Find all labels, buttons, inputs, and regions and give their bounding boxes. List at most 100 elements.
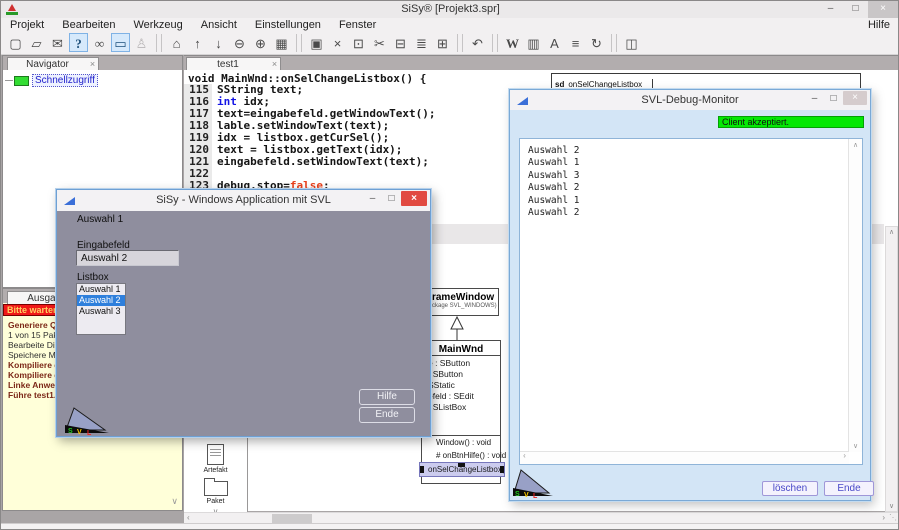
new-document-icon[interactable]: ▢ [6, 33, 25, 52]
menu-item-hilfe[interactable]: Hilfe [858, 19, 899, 31]
debug-loeschen-button[interactable]: löschen [762, 481, 818, 496]
class-attributes: e : SButton: SButtonSStaticefeld : SEdit… [422, 355, 500, 435]
help-icon[interactable]: ? [69, 33, 88, 52]
scroll-up-icon[interactable]: ∧ [886, 228, 897, 236]
palette-item-paket[interactable]: Paket [184, 481, 247, 505]
palette-item-label: Artefakt [184, 467, 247, 474]
debug-vscrollbar[interactable]: ∧ ∨ [848, 139, 862, 452]
cut-icon[interactable]: ✂ [370, 33, 389, 52]
maximize-icon[interactable]: □ [382, 193, 401, 204]
arrow-down-icon[interactable]: ↓ [209, 33, 228, 52]
class-attribute[interactable]: : SListBox [422, 402, 500, 413]
dialog-hilfe-button[interactable]: Hilfe [359, 389, 415, 405]
svg-text:L: L [87, 430, 92, 435]
properties-list-icon[interactable]: ≣ [412, 33, 431, 52]
diagram-vscrollbar[interactable]: ∧ ∨ [885, 226, 898, 512]
zoom-out-icon[interactable]: ⊖ [230, 33, 249, 52]
selection-handle[interactable] [458, 462, 465, 467]
scroll-up-icon[interactable]: ∧ [849, 141, 862, 149]
hscroll-thumb[interactable] [272, 514, 312, 523]
sisy-svl-dialog-window: SiSy - Windows Application mit SVL – □ ×… [56, 189, 431, 437]
zoom-in-icon[interactable]: ⊕ [251, 33, 270, 52]
selection-handle[interactable] [500, 466, 505, 473]
debug-output-lines: Auswahl 2Auswahl 1Auswahl 3Auswahl 2Ausw… [528, 145, 579, 219]
arrow-up-icon[interactable]: ↑ [188, 33, 207, 52]
scroll-right-icon[interactable]: › [843, 451, 846, 460]
listbox-item[interactable]: Auswahl 2 [77, 295, 125, 306]
tab-navigator[interactable]: Navigator × [7, 57, 99, 70]
svg-text:S: S [68, 428, 73, 435]
class-mainwnd[interactable]: MainWnd e : SButton: SButtonSStaticefeld… [421, 340, 501, 484]
debug-hscrollbar[interactable]: ‹ › [520, 451, 849, 464]
format-list-icon[interactable]: ≡ [566, 33, 585, 52]
auswahl-listbox[interactable]: Auswahl 1Auswahl 2Auswahl 3 [76, 283, 126, 335]
scroll-right-icon[interactable]: › [882, 513, 885, 522]
tree-item-schnellzugriff[interactable]: Schnellzugriff [5, 74, 98, 87]
refresh-image-icon[interactable]: ↻ [587, 33, 606, 52]
listbox-item[interactable]: Auswahl 3 [77, 306, 125, 317]
class-method[interactable]: # onBtnHilfe() : void [422, 449, 500, 462]
class-attribute[interactable]: e : SButton [422, 358, 500, 369]
clipboard-icon[interactable]: ▣ [307, 33, 326, 52]
scroll-down-icon[interactable]: ∨ [886, 502, 897, 510]
menu-item-fenster[interactable]: Fenster [330, 19, 385, 31]
palette-item-artefakt[interactable]: Artefakt [184, 444, 247, 474]
open-folder-icon[interactable]: ▱ [27, 33, 46, 52]
menu-bar: ProjektBearbeitenWerkzeugAnsichtEinstell… [1, 18, 899, 31]
tab-test1[interactable]: test1 × [186, 57, 281, 70]
tab-close-icon[interactable]: × [87, 59, 98, 69]
class-attribute[interactable]: SStatic [422, 380, 500, 391]
minimize-icon[interactable]: – [818, 1, 843, 18]
class-method[interactable]: Window() : void [422, 436, 500, 449]
selection-handle[interactable] [419, 466, 424, 473]
copy-icon[interactable]: ⊡ [349, 33, 368, 52]
search-binoculars-icon[interactable]: ∞ [90, 33, 109, 52]
print-icon[interactable]: ▥ [524, 33, 543, 52]
class-framewindow[interactable]: FrameWindow (package SVL_WINDOWS) [421, 288, 499, 316]
maximize-icon[interactable]: □ [843, 1, 868, 18]
palette-item-label: Paket [184, 498, 247, 505]
minimize-icon[interactable]: – [805, 93, 824, 104]
client-status-badge: Client akzeptiert. [718, 116, 864, 128]
class-attribute[interactable]: efeld : SEdit [422, 391, 500, 402]
delete-icon[interactable]: × [328, 33, 347, 52]
eingabefeld-input[interactable] [76, 250, 179, 266]
maximize-icon[interactable]: □ [824, 93, 843, 104]
minimize-icon[interactable]: – [363, 193, 382, 204]
output-scroll-down-icon[interactable]: ∨ [171, 496, 178, 507]
close-icon[interactable]: × [843, 91, 867, 105]
menu-item-bearbeiten[interactable]: Bearbeiten [53, 19, 124, 31]
class-method-selected[interactable]: onSelChangeListbox() : void [419, 462, 505, 477]
close-icon[interactable]: × [401, 191, 427, 206]
menu-item-werkzeug[interactable]: Werkzeug [124, 19, 191, 31]
listbox-item[interactable]: Auswahl 1 [77, 284, 125, 295]
table-icon[interactable]: ⊞ [433, 33, 452, 52]
font-icon[interactable]: A [545, 33, 564, 52]
resize-grip-icon[interactable]: ⋱ [889, 513, 897, 522]
dialog-ende-button[interactable]: Ende [359, 407, 415, 423]
selection-handle-active[interactable] [456, 476, 465, 477]
scroll-down-icon[interactable]: ∨ [849, 442, 862, 450]
home-icon[interactable]: ⌂ [167, 33, 186, 52]
mail-icon[interactable]: ✉ [48, 33, 67, 52]
svl-debug-monitor-window: SVL-Debug-Monitor – □ × Client akzeptier… [509, 89, 871, 501]
window-editor-icon[interactable]: ▭ [111, 33, 130, 52]
scroll-left-icon[interactable]: ‹ [523, 451, 526, 460]
word-export-icon[interactable]: W [503, 33, 522, 52]
menu-item-ansicht[interactable]: Ansicht [192, 19, 246, 31]
dialog-titlebar[interactable]: SiSy - Windows Application mit SVL – □ × [57, 190, 430, 211]
undo-icon[interactable]: ↶ [468, 33, 487, 52]
menu-item-projekt[interactable]: Projekt [1, 19, 53, 31]
toolbar-separator [296, 34, 302, 52]
close-icon[interactable]: × [868, 1, 898, 18]
paste-icon[interactable]: ⊟ [391, 33, 410, 52]
diagram-help-icon[interactable]: ▦ [272, 33, 291, 52]
menu-item-einstellungen[interactable]: Einstellungen [246, 19, 330, 31]
scroll-left-icon[interactable]: ‹ [187, 513, 190, 522]
debug-ende-button[interactable]: Ende [824, 481, 874, 496]
debug-titlebar[interactable]: SVL-Debug-Monitor – □ × [510, 90, 870, 110]
svg-text:V: V [77, 429, 82, 435]
book-icon[interactable]: ◫ [622, 33, 641, 52]
tab-close-icon[interactable]: × [269, 59, 280, 69]
class-attribute[interactable]: : SButton [422, 369, 500, 380]
